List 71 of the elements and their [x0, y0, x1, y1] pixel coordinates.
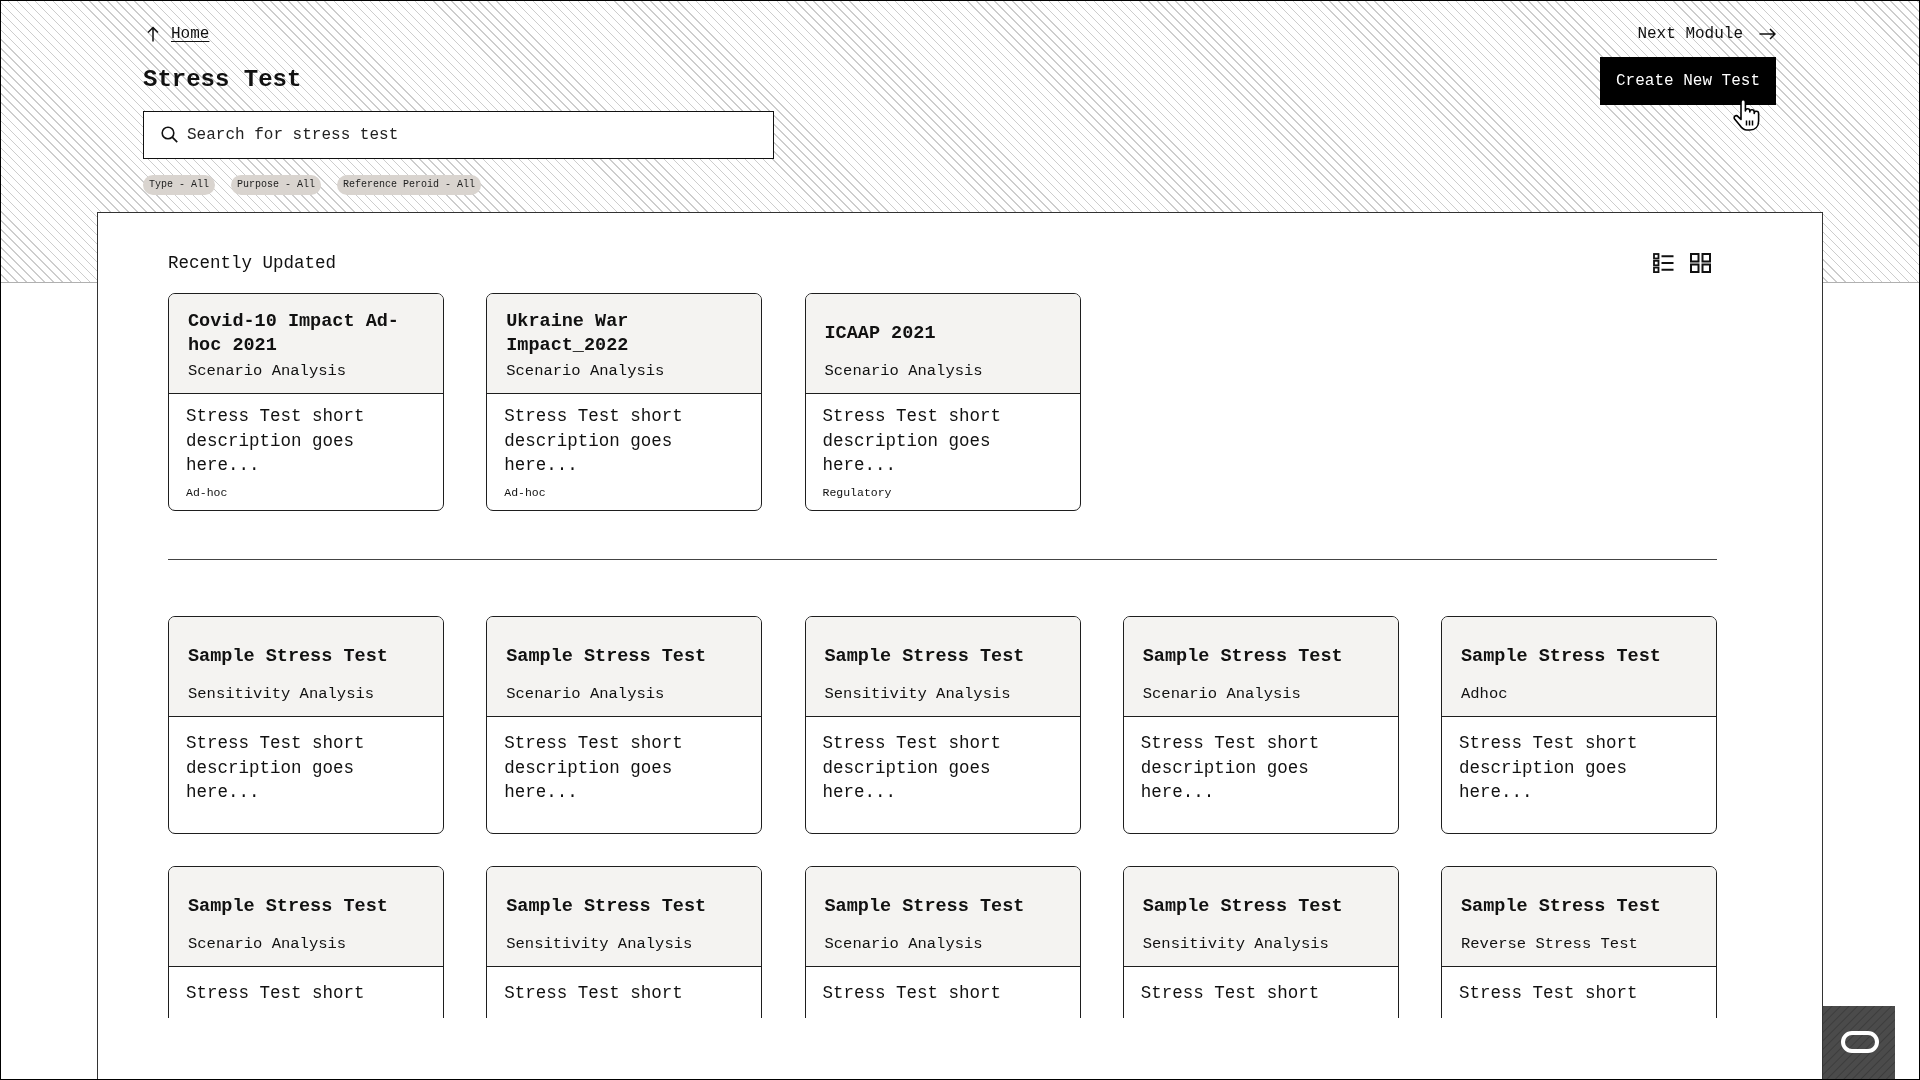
card-subtitle: Adhoc: [1461, 684, 1509, 704]
card-subtitle: Sensitivity Analysis: [188, 684, 376, 704]
test-card[interactable]: ICAAP 2021 Scenario Analysis Stress Test short description goes here... Regulatory: [804, 293, 1081, 511]
card-subtitle: Scenario Analysis: [188, 934, 348, 954]
card-description: Stress Test short description goes here...: [1140, 732, 1321, 804]
card-title: Sample Stress Test: [1142, 895, 1343, 919]
up-arrow-icon: [147, 26, 159, 42]
create-test-button[interactable]: Create New Test: [1599, 57, 1776, 105]
list-view-icon[interactable]: [1653, 253, 1674, 273]
test-card[interactable]: Sample Stress Test Sensitivity Analysis Stress Test short description goes here...: [168, 616, 444, 834]
card-title: Sample Stress Test: [824, 895, 1025, 919]
card-subtitle: Scenario Analysis: [1142, 684, 1302, 704]
card-title: Sample Stress Test: [506, 645, 707, 669]
test-card[interactable]: Covid-10 Impact Ad-hoc 2021 Scenario Analysis Stress Test short description goes here... Ad-hoc: [168, 293, 444, 511]
card-description: Stress Test short description goes here...: [186, 405, 366, 477]
card-title: Sample Stress Test: [1461, 895, 1661, 919]
card-description: Stress Test short description goes here...: [822, 732, 1003, 804]
card-subtitle: Sensitivity Analysis: [506, 934, 694, 954]
card-description: Stress Test short description goes here...: [186, 732, 366, 804]
card-description: Stress Test short: [1459, 982, 1638, 1005]
search-field[interactable]: Search for stress test: [143, 111, 774, 159]
next-module-link[interactable]: Next Module: [1637, 24, 1776, 44]
test-card[interactable]: Sample Stress Test Sensitivity Analysis Stress Test short description goes here...: [804, 616, 1081, 834]
filter-chip[interactable]: Purpose - All: [231, 175, 322, 195]
card-description: Stress Test short description goes here...: [504, 405, 684, 477]
card-title: ICAAP 2021: [824, 322, 936, 346]
card-description: Stress Test short description goes here...: [1459, 732, 1639, 804]
card-description: Stress Test short: [822, 982, 1002, 1005]
card-description: Stress Test short: [504, 982, 683, 1005]
card-description: Stress Test short description goes here...: [822, 405, 1003, 477]
right-arrow-icon: [1759, 28, 1776, 40]
hand-cursor-icon: [1733, 98, 1761, 131]
test-card[interactable]: Sample Stress Test Scenario Analysis Stress Test short: [804, 866, 1081, 1018]
card-title: Sample Stress Test: [1142, 645, 1343, 669]
search-icon: [161, 126, 178, 143]
card-subtitle: Sensitivity Analysis: [1142, 934, 1330, 954]
card-subtitle: Reverse Stress Test: [1461, 934, 1639, 954]
test-card[interactable]: Sample Stress Test Scenario Analysis Stress Test short description goes here...: [486, 616, 763, 834]
category-label: Ad-hoc: [504, 485, 546, 501]
test-card[interactable]: Sample Stress Test Adhoc Stress Test short description goes here...: [1441, 616, 1717, 834]
card-subtitle: Scenario Analysis: [824, 361, 984, 381]
card-subtitle: Scenario Analysis: [824, 934, 984, 954]
capsule-logo-icon[interactable]: [1823, 1006, 1895, 1079]
card-subtitle: Scenario Analysis: [506, 684, 666, 704]
test-card[interactable]: Sample Stress Test Scenario Analysis Stress Test short description goes here...: [1122, 616, 1399, 834]
test-card[interactable]: Sample Stress Test Sensitivity Analysis Stress Test short: [486, 866, 763, 1018]
card-title: Sample Stress Test: [188, 645, 388, 669]
card-title: Covid-10 Impact Ad-hoc 2021: [188, 310, 400, 358]
card-description: Stress Test short: [186, 982, 365, 1005]
home-link[interactable]: Home: [143, 24, 210, 44]
grid-view-icon[interactable]: [1690, 253, 1711, 273]
page-title: Stress Test: [143, 65, 302, 95]
category-label: Regulatory: [822, 485, 892, 501]
card-subtitle: Scenario Analysis: [506, 361, 666, 381]
card-title: Sample Stress Test: [188, 895, 388, 919]
card-description: Stress Test short: [1140, 982, 1320, 1005]
card-description: Stress Test short description goes here...: [504, 732, 684, 804]
card-title: Sample Stress Test: [506, 895, 707, 919]
card-subtitle: Scenario Analysis: [188, 361, 348, 381]
card-subtitle: Sensitivity Analysis: [824, 684, 1012, 704]
card-title: Ukraine War Impact_2022: [506, 310, 630, 358]
section-heading: Recently Updated: [168, 252, 337, 275]
test-card[interactable]: Sample Stress Test Reverse Stress Test Stress Test short: [1441, 866, 1717, 1018]
category-label: Ad-hoc: [186, 485, 228, 501]
card-title: Sample Stress Test: [824, 645, 1025, 669]
filter-chip[interactable]: Reference Peroid - All: [337, 175, 482, 195]
card-title: Sample Stress Test: [1461, 645, 1661, 669]
test-card[interactable]: Sample Stress Test Scenario Analysis Stress Test short: [168, 866, 444, 1018]
filter-chip[interactable]: Type - All: [143, 175, 215, 195]
test-card[interactable]: Ukraine War Impact_2022 Scenario Analysis Stress Test short description goes here... Ad-hoc: [486, 293, 763, 511]
test-card[interactable]: Sample Stress Test Sensitivity Analysis Stress Test short: [1122, 866, 1399, 1018]
